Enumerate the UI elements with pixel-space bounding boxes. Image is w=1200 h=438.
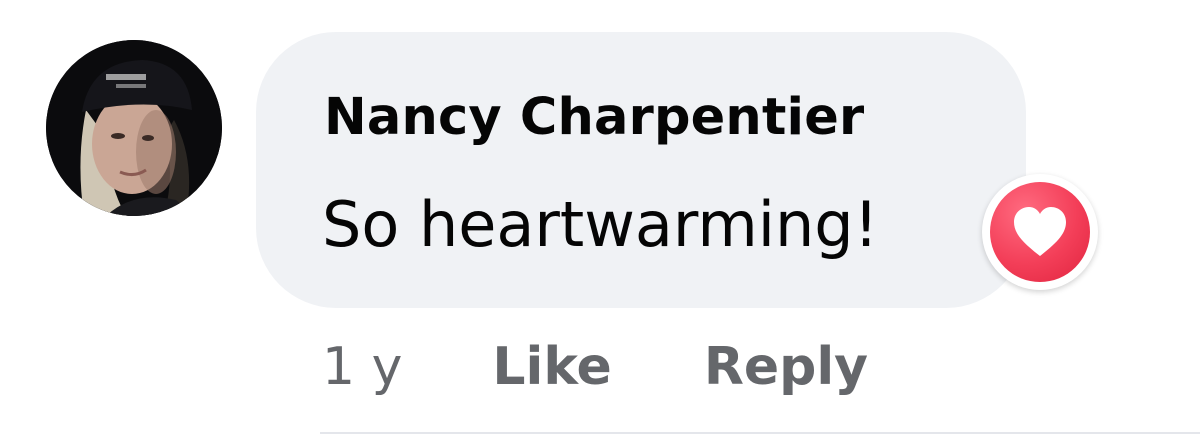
love-reaction [990, 182, 1090, 282]
heart-icon [1014, 207, 1066, 256]
like-button[interactable]: Like [492, 337, 611, 397]
comment-text: So heartwarming! [322, 188, 879, 261]
avatar-image [46, 40, 222, 216]
comment-actions: 1 y Like Reply [322, 332, 868, 402]
timestamp[interactable]: 1 y [322, 337, 402, 397]
reply-button[interactable]: Reply [704, 337, 868, 397]
comment-bubble: Nancy Charpentier So heartwarming! [256, 32, 1026, 308]
divider [320, 432, 1200, 434]
avatar[interactable] [46, 40, 222, 216]
comment-author[interactable]: Nancy Charpentier [324, 88, 864, 147]
reaction-badge[interactable] [982, 174, 1098, 290]
